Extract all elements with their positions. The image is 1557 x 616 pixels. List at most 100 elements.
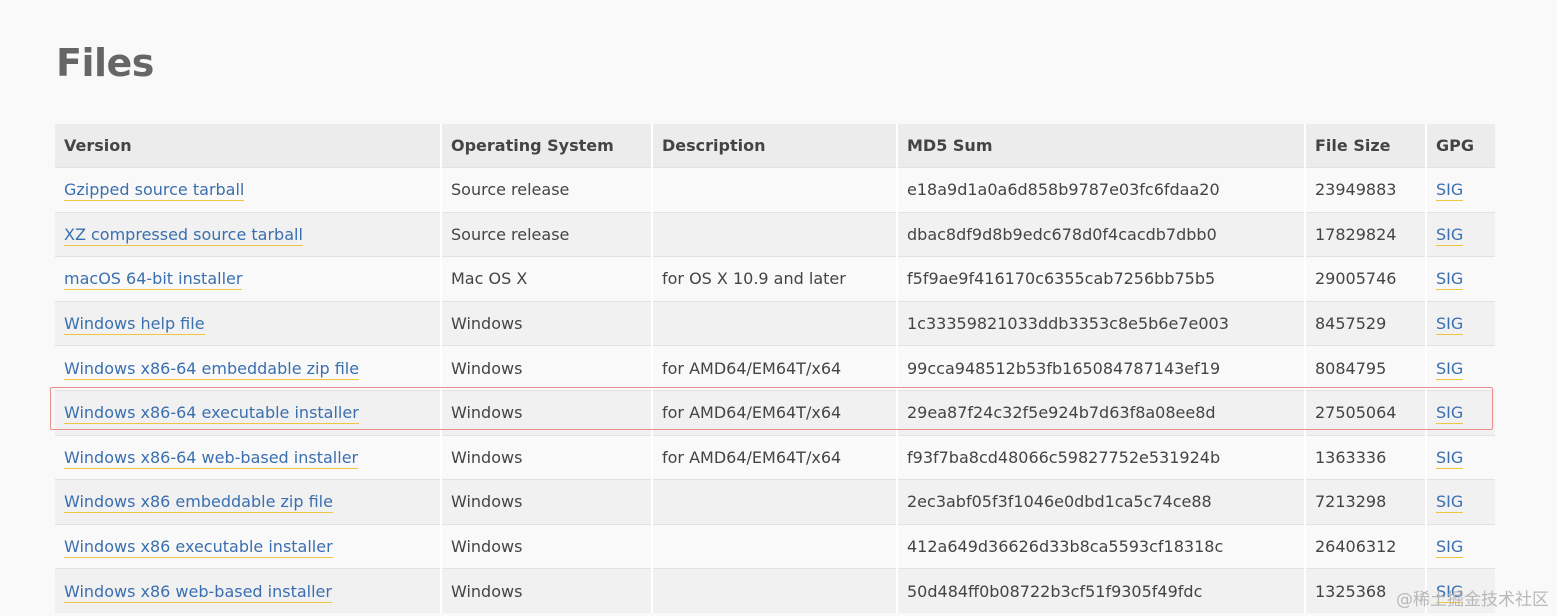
files-table-body: Gzipped source tarball Source release e1… — [55, 167, 1495, 613]
version-cell: Windows x86 web-based installer — [55, 568, 442, 613]
header-row: Version Operating System Description MD5… — [55, 124, 1495, 168]
gpg-cell: SIG — [1426, 390, 1495, 436]
header-description: Description — [652, 124, 898, 168]
version-link[interactable]: Windows x86-64 web-based installer — [64, 447, 359, 469]
version-cell: Gzipped source tarball — [55, 167, 442, 213]
sig-link[interactable]: SIG — [1436, 492, 1464, 514]
header-gpg: GPG — [1426, 124, 1495, 168]
version-link[interactable]: macOS 64-bit installer — [64, 269, 243, 291]
version-cell: Windows x86 executable installer — [55, 524, 442, 569]
header-file-size: File Size — [1305, 124, 1427, 168]
version-cell: Windows x86-64 web-based installer — [55, 435, 442, 480]
md5-cell: 2ec3abf05f3f1046e0dbd1ca5c74ce88 — [897, 479, 1306, 525]
header-operating-system: Operating System — [441, 124, 653, 168]
table-row: Windows help file Windows 1c33359821033d… — [55, 301, 1495, 346]
md5-cell: e18a9d1a0a6d858b9787e03fc6fdaa20 — [897, 167, 1306, 213]
gpg-cell: SIG — [1426, 301, 1495, 346]
version-cell: macOS 64-bit installer — [55, 256, 442, 302]
gpg-cell: SIG — [1426, 167, 1495, 213]
table-row: Windows x86 executable installer Windows… — [55, 524, 1495, 569]
table-row: macOS 64-bit installer Mac OS X for OS X… — [55, 256, 1495, 302]
description-cell: for OS X 10.9 and later — [652, 256, 898, 302]
table-row: Windows x86 web-based installer Windows … — [55, 568, 1495, 613]
version-link[interactable]: Windows x86-64 embeddable zip file — [64, 358, 360, 380]
version-link[interactable]: XZ compressed source tarball — [64, 224, 303, 246]
watermark: @稀土掘金技术社区 — [1396, 590, 1549, 610]
version-cell: XZ compressed source tarball — [55, 212, 442, 257]
md5-cell: f5f9ae9f416170c6355cab7256bb75b5 — [897, 256, 1306, 302]
md5-cell: 412a649d36626d33b8ca5593cf18318c — [897, 524, 1306, 569]
sig-link[interactable]: SIG — [1436, 314, 1464, 336]
md5-cell: 1c33359821033ddb3353c8e5b6e7e003 — [897, 301, 1306, 346]
size-cell: 8084795 — [1305, 345, 1427, 391]
gpg-cell: SIG — [1426, 256, 1495, 302]
size-cell: 1363336 — [1305, 435, 1427, 480]
version-link[interactable]: Windows x86-64 executable installer — [64, 403, 359, 425]
size-cell: 8457529 — [1305, 301, 1427, 346]
header-version: Version — [55, 124, 442, 168]
table-row: Windows x86-64 embeddable zip file Windo… — [55, 345, 1495, 391]
os-cell: Windows — [441, 390, 653, 436]
header-md5-sum: MD5 Sum — [897, 124, 1306, 168]
version-cell: Windows help file — [55, 301, 442, 346]
md5-cell: dbac8df9d8b9edc678d0f4cacdb7dbb0 — [897, 212, 1306, 257]
table-row: Gzipped source tarball Source release e1… — [55, 167, 1495, 213]
sig-link[interactable]: SIG — [1436, 447, 1464, 469]
size-cell: 26406312 — [1305, 524, 1427, 569]
version-link[interactable]: Windows x86 embeddable zip file — [64, 492, 333, 514]
version-link[interactable]: Windows x86 web-based installer — [64, 581, 332, 603]
sig-link[interactable]: SIG — [1436, 403, 1464, 425]
page-title: Files — [56, 41, 154, 85]
sig-link[interactable]: SIG — [1436, 224, 1464, 246]
md5-cell: 29ea87f24c32f5e924b7d63f8a08ee8d — [897, 390, 1306, 436]
size-cell: 29005746 — [1305, 256, 1427, 302]
table-row-highlighted: Windows x86-64 executable installer Wind… — [55, 390, 1495, 436]
gpg-cell: SIG — [1426, 212, 1495, 257]
version-link[interactable]: Gzipped source tarball — [64, 180, 245, 202]
description-cell — [652, 568, 898, 613]
sig-link[interactable]: SIG — [1436, 180, 1464, 202]
md5-cell: 99cca948512b53fb165084787143ef19 — [897, 345, 1306, 391]
gpg-cell: SIG — [1426, 479, 1495, 525]
md5-cell: f93f7ba8cd48066c59827752e531924b — [897, 435, 1306, 480]
description-cell: for AMD64/EM64T/x64 — [652, 390, 898, 436]
size-cell: 7213298 — [1305, 479, 1427, 525]
version-link[interactable]: Windows help file — [64, 314, 205, 336]
os-cell: Source release — [441, 167, 653, 213]
os-cell: Windows — [441, 524, 653, 569]
table-row: Windows x86 embeddable zip file Windows … — [55, 479, 1495, 525]
os-cell: Mac OS X — [441, 256, 653, 302]
description-cell: for AMD64/EM64T/x64 — [652, 435, 898, 480]
files-table-header: Version Operating System Description MD5… — [55, 124, 1495, 168]
page: Files Version Operating System Descripti… — [0, 0, 1557, 616]
size-cell: 23949883 — [1305, 167, 1427, 213]
os-cell: Windows — [441, 568, 653, 613]
md5-cell: 50d484ff0b08722b3cf51f9305f49fdc — [897, 568, 1306, 613]
sig-link[interactable]: SIG — [1436, 269, 1464, 291]
gpg-cell: SIG — [1426, 435, 1495, 480]
description-cell — [652, 167, 898, 213]
size-cell: 17829824 — [1305, 212, 1427, 257]
os-cell: Windows — [441, 479, 653, 525]
table-row: XZ compressed source tarball Source rele… — [55, 212, 1495, 257]
files-table: Version Operating System Description MD5… — [55, 124, 1495, 613]
os-cell: Source release — [441, 212, 653, 257]
description-cell: for AMD64/EM64T/x64 — [652, 345, 898, 391]
version-cell: Windows x86-64 embeddable zip file — [55, 345, 442, 391]
version-cell: Windows x86-64 executable installer — [55, 390, 442, 436]
description-cell — [652, 212, 898, 257]
gpg-cell: SIG — [1426, 524, 1495, 569]
os-cell: Windows — [441, 435, 653, 480]
description-cell — [652, 524, 898, 569]
size-cell: 27505064 — [1305, 390, 1427, 436]
version-cell: Windows x86 embeddable zip file — [55, 479, 442, 525]
sig-link[interactable]: SIG — [1436, 358, 1464, 380]
description-cell — [652, 479, 898, 525]
description-cell — [652, 301, 898, 346]
gpg-cell: SIG — [1426, 345, 1495, 391]
table-row: Windows x86-64 web-based installer Windo… — [55, 435, 1495, 480]
version-link[interactable]: Windows x86 executable installer — [64, 537, 333, 559]
sig-link[interactable]: SIG — [1436, 537, 1464, 559]
os-cell: Windows — [441, 345, 653, 391]
os-cell: Windows — [441, 301, 653, 346]
